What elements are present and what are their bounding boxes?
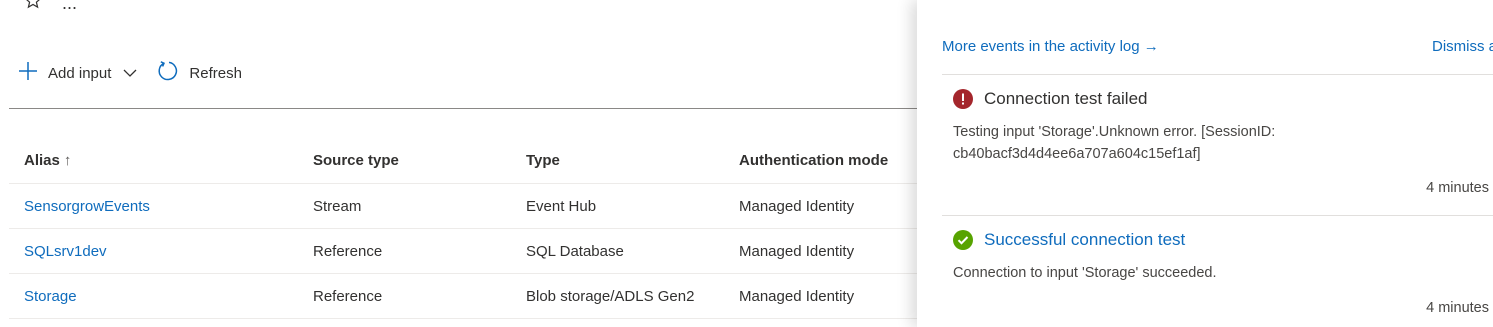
type-cell: Event Hub [511,183,724,229]
add-input-button[interactable]: Add input [18,61,137,85]
toolbar-divider [9,108,939,109]
divider [942,74,1493,75]
notification-time: 4 minutes [1426,300,1489,316]
success-check-icon [953,230,973,250]
divider [942,215,1493,216]
source-type-cell: Stream [298,183,511,229]
refresh-icon [157,60,179,86]
source-type-cell: Reference [298,228,511,274]
header-icons: ... [24,0,77,15]
dismiss-all-link[interactable]: Dismiss a [1432,38,1493,55]
inputs-table: Alias ↑ Source type Type Authentication m… [9,137,969,319]
column-header-source-type[interactable]: Source type [298,137,511,184]
table-row: SensorgrowEvents Stream Event Hub Manage… [9,183,969,229]
table-row: SQLsrv1dev Reference SQL Database Manage… [9,228,969,274]
notifications-panel: More events in the activity log → Dismis… [917,0,1493,327]
star-icon[interactable] [24,0,42,15]
notification-title: Connection test failed [984,89,1148,108]
notification-message: Connection to input 'Storage' succeeded. [953,265,1217,281]
alias-link[interactable]: Storage [24,288,77,305]
plus-icon [18,61,38,85]
alias-link[interactable]: SQLsrv1dev [24,243,107,260]
activity-log-link[interactable]: More events in the activity log → [942,38,1159,55]
refresh-button[interactable]: Refresh [157,60,242,86]
more-icon[interactable]: ... [62,0,77,14]
notification-title[interactable]: Successful connection test [984,230,1185,250]
type-cell: Blob storage/ADLS Gen2 [511,273,724,319]
refresh-label: Refresh [189,64,242,82]
alias-link[interactable]: SensorgrowEvents [24,198,150,215]
notification-time: 4 minutes [1426,180,1489,196]
error-icon [953,89,973,109]
source-type-cell: Reference [298,273,511,319]
chevron-down-icon[interactable] [123,68,137,78]
table-row: Storage Reference Blob storage/ADLS Gen2… [9,273,969,319]
add-input-label: Add input [48,64,112,82]
notification-success[interactable]: Successful connection test Connection to… [953,230,1493,284]
command-bar: Add input Refresh [18,60,242,86]
column-header-type[interactable]: Type [511,137,724,184]
sort-ascending-icon: ↑ [63,151,72,169]
table-header-row: Alias ↑ Source type Type Authentication m… [9,137,969,184]
notifications-header: More events in the activity log → Dismis… [942,38,1493,58]
notification-message: Testing input 'Storage'.Unknown error. [… [953,124,1276,162]
notification-error[interactable]: Connection test failed Testing input 'St… [953,89,1493,165]
column-header-alias[interactable]: Alias ↑ [9,137,298,184]
type-cell: SQL Database [511,228,724,274]
